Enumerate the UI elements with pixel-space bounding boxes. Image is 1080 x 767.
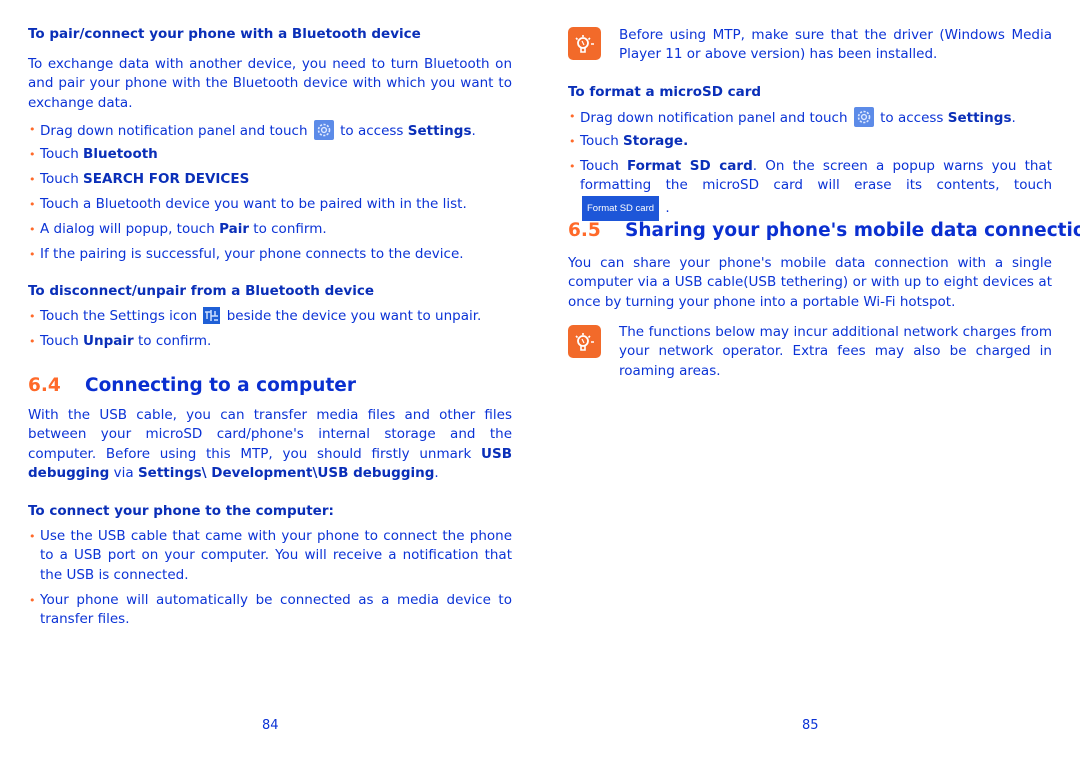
section-title: Connecting to a computer (85, 375, 356, 396)
device-settings-icon (203, 307, 221, 324)
intro-text: . (434, 465, 439, 482)
pair-heading: To pair/connect your phone with a Blueto… (28, 26, 421, 42)
bluetooth-label: Bluetooth (83, 146, 158, 162)
step-text: beside the device you want to unpair. (222, 308, 482, 324)
step-text: . (471, 123, 476, 139)
list-item: Touch Storage. (568, 132, 1052, 152)
usb-intro: With the USB cable, you can transfer med… (28, 406, 512, 484)
tip-lightbulb-icon (568, 325, 601, 358)
format-sd-card-button: Format SD card (582, 195, 660, 222)
step-text: Touch (580, 133, 624, 149)
section-heading-6-4: 6.4 Connecting to a computer (28, 375, 356, 396)
format-heading: To format a microSD card (568, 84, 762, 100)
section-heading-6-5: 6.5 Sharing your phone's mobile data conn… (568, 220, 1080, 241)
step-text: Touch (40, 171, 84, 187)
unpair-label: Unpair (83, 333, 134, 349)
list-item: Touch the Settings icon beside the devic… (28, 307, 512, 327)
step-text: . (1011, 110, 1016, 126)
tip-mtp-driver: Before using MTP, make sure that the dri… (619, 27, 1052, 63)
storage-label: Storage. (623, 133, 689, 149)
section-number: 6.5 (568, 220, 601, 241)
list-item: Touch SEARCH FOR DEVICES (28, 170, 512, 190)
tip-lightbulb-icon (568, 27, 601, 60)
step-text: to confirm. (133, 333, 212, 349)
section-title: Sharing your phone's mobile data connect… (625, 220, 1080, 241)
step-text: A dialog will popup, touch (40, 221, 220, 237)
list-item: Use the USB cable that came with your ph… (28, 527, 512, 585)
list-item: Drag down notification panel and touch t… (28, 120, 512, 141)
settings-gear-icon (313, 120, 334, 140)
format-sd-label: Format SD card (626, 158, 753, 174)
step-text: Drag down notification panel and touch (580, 110, 852, 126)
tip-network-charges: The functions below may incur additional… (619, 324, 1052, 379)
settings-label: Settings (947, 110, 1012, 126)
list-item: Touch Format SD card. On the screen a po… (568, 157, 1052, 222)
unpair-heading: To disconnect/unpair from a Bluetooth de… (28, 283, 374, 299)
search-devices-label: SEARCH FOR DEVICES (83, 171, 250, 187)
intro-text: via (109, 465, 138, 482)
step-text: to confirm. (249, 221, 327, 237)
list-item: Your phone will automatically be connect… (28, 591, 512, 630)
page-number-left: 84 (262, 718, 279, 733)
settings-label: Settings (407, 123, 472, 139)
settings-path-label: Settings\ Development\USB debugging (137, 465, 435, 482)
list-item: A dialog will popup, touch Pair to confi… (28, 220, 512, 240)
step-text: to access (875, 110, 948, 126)
step-text: Touch (40, 146, 84, 162)
list-item: Drag down notification panel and touch t… (568, 107, 1052, 128)
step-text: to access (335, 123, 408, 139)
settings-gear-icon (853, 107, 874, 127)
list-item: Touch Unpair to confirm. (28, 332, 512, 352)
step-text: Touch (40, 333, 84, 349)
list-item: If the pairing is successful, your phone… (28, 245, 512, 265)
share-intro: You can share your phone's mobile data c… (568, 255, 1052, 310)
page-number-right: 85 (802, 718, 819, 733)
connect-heading: To connect your phone to the computer: (28, 503, 334, 519)
list-item: Touch a Bluetooth device you want to be … (28, 195, 512, 215)
pair-label: Pair (219, 221, 249, 237)
step-text: . (661, 199, 670, 216)
step-text: Touch (580, 158, 627, 174)
list-item: Touch Bluetooth (28, 145, 512, 165)
step-text: Drag down notification panel and touch (40, 123, 312, 139)
intro-text: With the USB cable, you can transfer med… (28, 407, 512, 462)
section-number: 6.4 (28, 375, 61, 396)
step-text: Touch the Settings icon (40, 308, 202, 324)
pair-intro: To exchange data with another device, yo… (28, 56, 512, 111)
